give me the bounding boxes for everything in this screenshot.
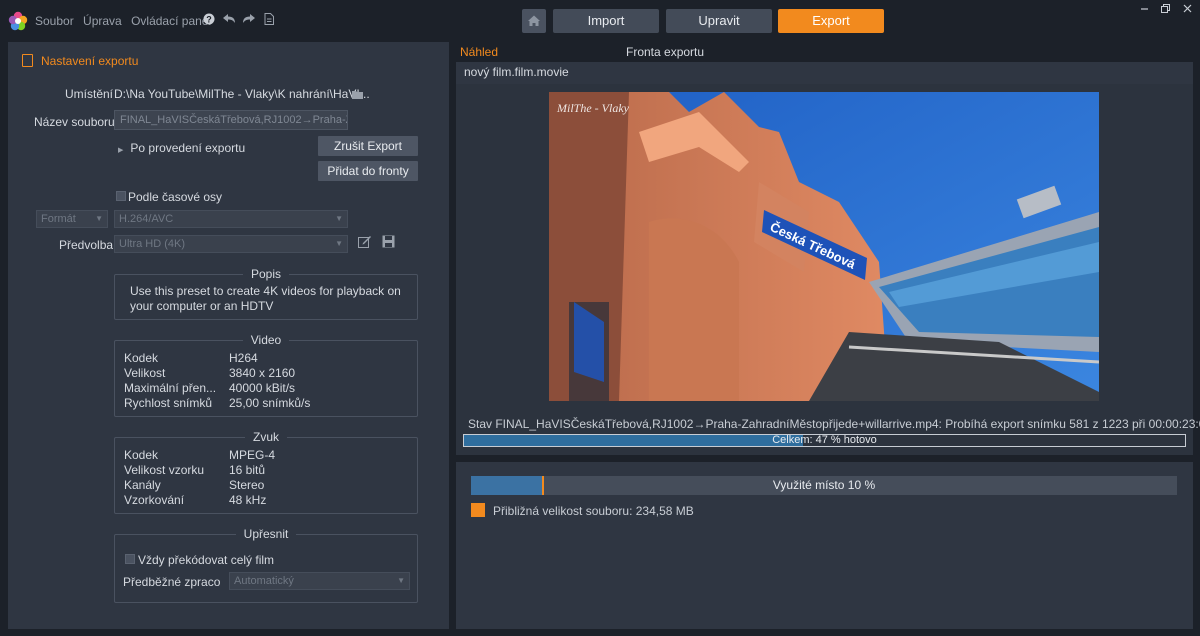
export-settings-label: Nastavení exportu xyxy=(41,54,139,68)
export-progress-text: Celkem: 47 % hotovo xyxy=(772,434,877,446)
export-button[interactable]: Export xyxy=(778,9,884,33)
timeline-label: Podle časové osy xyxy=(128,190,223,204)
file-size-legend-swatch xyxy=(471,503,485,517)
prerender-value: Automatický xyxy=(234,575,294,587)
description-group: Popis Use this preset to create 4K video… xyxy=(114,267,418,320)
timeline-checkbox[interactable] xyxy=(116,191,126,201)
video-title: Video xyxy=(242,333,290,347)
prerender-select[interactable]: Automatický ▼ xyxy=(229,572,410,590)
home-button[interactable] xyxy=(522,9,546,33)
format-type-value: Formát xyxy=(41,213,76,225)
preview-image: Česká Třebová MilThe - Vlaky xyxy=(549,92,1099,401)
chevron-down-icon: ▼ xyxy=(95,214,103,223)
export-settings-panel: Nastavení exportu Umístění D:\Na YouTube… xyxy=(8,42,449,629)
close-icon[interactable] xyxy=(1183,4,1192,16)
filename-input[interactable]: FINAL_HaVISČeskáTřebová,RJ1002→Praha-Zah xyxy=(114,110,348,130)
tab-export-queue[interactable]: Fronta exportu xyxy=(626,45,704,59)
disk-space-text: Využité místo 10 % xyxy=(772,478,876,492)
refine-group: Upřesnit Vždy překódovat celý film Předb… xyxy=(114,527,418,603)
filename-label: Název souboru xyxy=(34,115,115,129)
video-value: 25,00 snímků/s xyxy=(229,396,311,410)
export-status-text: Stav FINAL_HaVISČeskáTřebová,RJ1002→Prah… xyxy=(468,417,1200,431)
video-value: H264 xyxy=(229,351,258,365)
audio-key: Kodek xyxy=(124,448,159,462)
menu-file[interactable]: Soubor xyxy=(35,14,74,28)
tab-strip xyxy=(621,42,1193,62)
menu-edit[interactable]: Úprava xyxy=(83,14,122,28)
after-export-toggle[interactable]: ▶ Po provedení exportu xyxy=(118,141,245,155)
preset-label: Předvolba xyxy=(59,238,114,252)
video-group: Video Kodek Velikost Maximální přen... R… xyxy=(114,333,418,417)
audio-keys: Kodek Velikost vzorku Kanály Vzorkování xyxy=(124,448,204,508)
file-size-text: Přibližná velikost souboru: 234,58 MB xyxy=(493,504,694,518)
cancel-export-button[interactable]: Zrušit Export xyxy=(318,136,418,156)
tab-preview[interactable]: Náhled xyxy=(460,45,498,59)
restore-icon[interactable] xyxy=(1161,4,1170,16)
description-text: Use this preset to create 4K videos for … xyxy=(130,284,401,313)
format-value: H.264/AVC xyxy=(119,213,174,225)
video-value: 3840 x 2160 xyxy=(229,366,296,380)
preset-value: Ultra HD (4K) xyxy=(119,238,186,250)
disk-space-panel: Využité místo 10 % Přibližná velikost so… xyxy=(456,462,1193,629)
video-key: Kodek xyxy=(124,351,159,365)
format-type-select[interactable]: Formát ▼ xyxy=(36,210,108,228)
preview-panel: nový film.film.movie Česká Třebová MilTh… xyxy=(456,62,1200,455)
edit-button[interactable]: Upravit xyxy=(666,9,772,33)
top-bar: Soubor Úprava Ovládací panel ? Import Up… xyxy=(0,0,1200,42)
audio-key: Kanály xyxy=(124,478,161,492)
prerender-label: Předběžné zpraco xyxy=(123,575,221,589)
home-icon xyxy=(528,15,540,26)
redo-icon[interactable] xyxy=(242,13,256,27)
always-reencode-checkbox[interactable] xyxy=(125,554,135,564)
video-key: Maximální přen... xyxy=(124,381,217,395)
video-keys: Kodek Velikost Maximální přen... Rychlos… xyxy=(124,351,216,411)
audio-value: MPEG-4 xyxy=(229,448,276,462)
help-icon[interactable]: ? xyxy=(202,13,216,27)
video-key: Rychlost snímků xyxy=(124,396,213,410)
chevron-down-icon: ▼ xyxy=(335,214,343,223)
audio-title: Zvuk xyxy=(244,430,287,444)
location-label: Umístění xyxy=(65,87,114,101)
watermark-text: MilThe - Vlaky xyxy=(556,101,630,115)
undo-icon[interactable] xyxy=(222,13,236,27)
edit-icon[interactable] xyxy=(358,235,372,251)
export-progress-bar: Celkem: 47 % hotovo xyxy=(463,434,1186,447)
audio-value: 48 kHz xyxy=(229,493,267,507)
chevron-down-icon: ▼ xyxy=(335,239,343,248)
menu-bar: Soubor Úprava Ovládací panel xyxy=(35,14,217,28)
project-filename: nový film.film.movie xyxy=(456,62,1193,84)
audio-value: Stereo xyxy=(229,478,265,492)
folder-icon[interactable] xyxy=(352,88,363,102)
audio-key: Velikost vzorku xyxy=(124,463,205,477)
audio-key: Vzorkování xyxy=(124,493,185,507)
audio-group: Zvuk Kodek Velikost vzorku Kanály Vzorko… xyxy=(114,430,418,514)
save-icon[interactable] xyxy=(382,235,395,251)
export-settings-title: Nastavení exportu xyxy=(22,54,138,68)
minimize-icon[interactable] xyxy=(1140,4,1149,16)
video-values: H264 3840 x 2160 40000 kBit/s 25,00 sním… xyxy=(229,351,310,411)
disk-space-bar: Využité místo 10 % xyxy=(471,476,1177,495)
after-export-label: Po provedení exportu xyxy=(130,141,246,155)
app-logo-icon xyxy=(8,11,28,31)
video-value: 40000 kBit/s xyxy=(229,381,296,395)
import-button[interactable]: Import xyxy=(553,9,659,33)
chevron-down-icon: ▼ xyxy=(397,576,405,585)
add-to-queue-button[interactable]: Přidat do fronty xyxy=(318,161,418,181)
menu-control-panel[interactable]: Ovládací panel xyxy=(131,14,211,28)
always-reencode-label: Vždy překódovat celý film xyxy=(138,553,275,567)
preset-select[interactable]: Ultra HD (4K) ▼ xyxy=(114,235,348,253)
svg-text:?: ? xyxy=(206,15,212,25)
location-value[interactable]: D:\Na YouTube\MilThe - Vlaky\K nahrání\H… xyxy=(114,87,370,101)
document-icon xyxy=(22,54,33,67)
audio-values: MPEG-4 16 bitů Stereo 48 kHz xyxy=(229,448,275,508)
description-title: Popis xyxy=(242,267,290,281)
refine-title: Upřesnit xyxy=(235,527,297,541)
chevron-right-icon: ▶ xyxy=(118,147,124,154)
audio-value: 16 bitů xyxy=(229,463,266,477)
file-icon[interactable] xyxy=(262,13,276,27)
format-select[interactable]: H.264/AVC ▼ xyxy=(114,210,348,228)
video-key: Velikost xyxy=(124,366,166,380)
